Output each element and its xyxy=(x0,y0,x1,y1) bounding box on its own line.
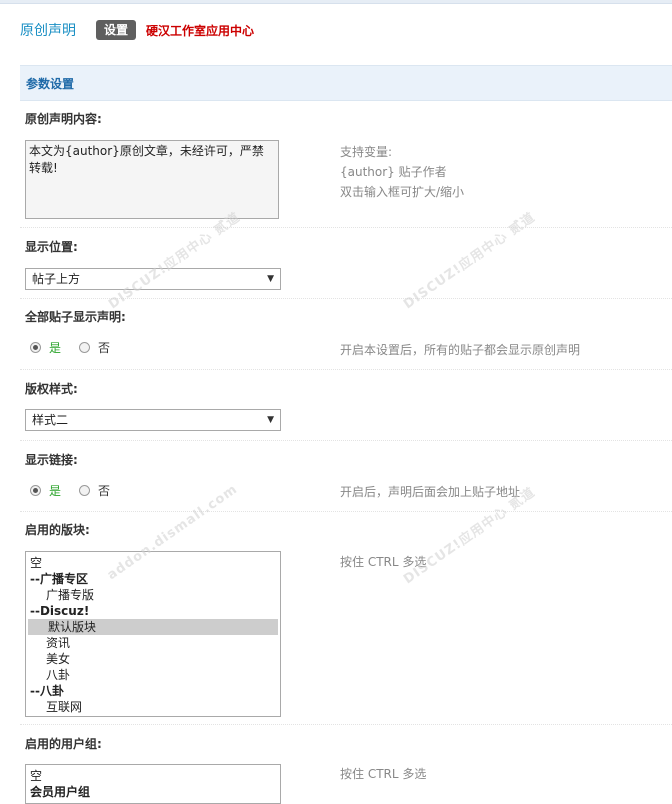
panel-header: 参数设置 xyxy=(20,65,672,101)
row-divider xyxy=(20,369,672,370)
show-link-yes-radio[interactable] xyxy=(30,485,41,496)
list-option[interactable]: --八卦 xyxy=(26,683,280,699)
watermark-logo: DISCUZ!应用中心 贰道 xyxy=(106,209,244,313)
list-option[interactable]: 空 xyxy=(26,768,280,784)
all-posts-label: 全部贴子显示声明: xyxy=(25,310,126,324)
list-option[interactable]: 互联网 xyxy=(26,699,280,715)
list-option[interactable]: 八卦 xyxy=(26,667,280,683)
forums-listbox[interactable]: 空 --广播专区 广播专版 --Discuz! 默认版块 资讯 美女 八卦 --八卦 互联网 xyxy=(25,551,281,717)
row-divider xyxy=(20,511,672,512)
position-select[interactable]: 帖子上方 ▼ xyxy=(25,268,281,290)
all-posts-yes-radio[interactable] xyxy=(30,342,41,353)
content-label: 原创声明内容: xyxy=(25,112,102,126)
dropdown-arrow-icon: ▼ xyxy=(267,415,274,425)
show-link-radio-group: 是 否 xyxy=(30,482,110,499)
row-divider xyxy=(20,298,672,299)
list-option[interactable]: 资讯 xyxy=(26,635,280,651)
content-hint: 支持变量: {author} 贴子作者 双击输入框可扩大/缩小 xyxy=(340,142,464,202)
watermark-logo: DISCUZ!应用中心 贰道 xyxy=(401,209,539,313)
row-divider xyxy=(20,227,672,228)
all-posts-no-radio[interactable] xyxy=(79,342,91,353)
tab-settings[interactable]: 设置 xyxy=(96,20,137,40)
show-link-no-radio[interactable] xyxy=(79,485,91,496)
panel-title: 参数设置 xyxy=(26,76,75,91)
forums-hint: 按住 CTRL 多选 xyxy=(340,555,427,569)
all-posts-yes-label[interactable]: 是 xyxy=(49,339,61,356)
list-option[interactable]: 默认版块 xyxy=(28,619,278,635)
usergroups-label: 启用的用户组: xyxy=(25,737,102,751)
list-option[interactable]: 广播专版 xyxy=(26,587,280,603)
show-link-hint: 开启后，声明后面会加上贴子地址 xyxy=(340,485,521,499)
show-link-no-label[interactable]: 否 xyxy=(98,482,110,499)
page-title: 原创声明 xyxy=(20,23,76,39)
hint-line: {author} 贴子作者 xyxy=(340,165,447,179)
position-select-value: 帖子上方 xyxy=(32,272,81,286)
row-divider xyxy=(20,724,672,725)
show-link-label: 显示链接: xyxy=(25,453,78,467)
all-posts-no-label[interactable]: 否 xyxy=(98,339,110,356)
style-label: 版权样式: xyxy=(25,382,78,396)
hint-line: 双击输入框可扩大/缩小 xyxy=(340,185,465,199)
show-link-yes-label[interactable]: 是 xyxy=(49,482,61,499)
dropdown-arrow-icon: ▼ xyxy=(267,274,274,284)
usergroups-listbox[interactable]: 空会员用户组 xyxy=(25,764,281,804)
content-textarea[interactable]: 本文为{author}原创文章，未经许可，严禁转载! xyxy=(25,140,279,219)
hint-line: 支持变量: xyxy=(340,145,393,159)
list-option[interactable]: --广播专区 xyxy=(26,571,280,587)
list-option[interactable]: --Discuz! xyxy=(26,603,280,619)
settings-panel: 参数设置 xyxy=(20,65,672,101)
style-select[interactable]: 样式二 ▼ xyxy=(25,409,281,431)
forums-label: 启用的版块: xyxy=(25,523,90,537)
all-posts-hint: 开启本设置后，所有的贴子都会显示原创声明 xyxy=(340,343,581,357)
style-select-value: 样式二 xyxy=(32,413,69,427)
all-posts-radio-group: 是 否 xyxy=(30,339,110,356)
position-label: 显示位置: xyxy=(25,240,78,254)
top-border xyxy=(0,0,672,4)
list-option[interactable]: 空 xyxy=(26,555,280,571)
usergroups-hint: 按住 CTRL 多选 xyxy=(340,767,427,781)
list-option[interactable]: 美女 xyxy=(26,651,280,667)
row-divider xyxy=(20,440,672,441)
page-header: 原创声明 设置 硬汉工作室应用中心 xyxy=(20,18,254,42)
app-center-link[interactable]: 硬汉工作室应用中心 xyxy=(146,22,254,39)
